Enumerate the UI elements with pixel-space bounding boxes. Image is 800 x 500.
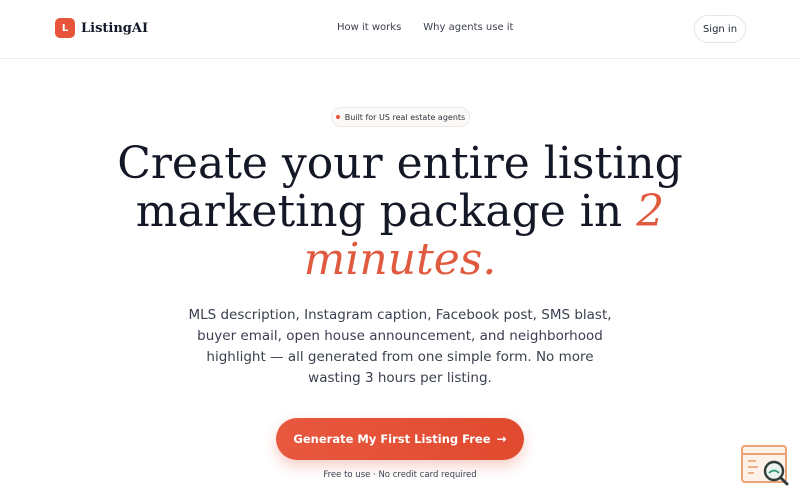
arrow-right-icon: → (496, 432, 507, 446)
hero-headline: Create your entire listing marketing pac… (100, 140, 700, 284)
sign-in-button[interactable]: Sign in (694, 15, 746, 43)
top-navigation-bar: L ListingAI How it works Why agents use … (0, 0, 800, 59)
badge-text: Built for US real estate agents (344, 112, 466, 122)
brand-logo[interactable]: L ListingAI (55, 18, 148, 38)
nav-link-how-it-works[interactable]: How it works (337, 22, 401, 33)
hero-description: MLS description, Instagram caption, Face… (188, 307, 612, 386)
search-document-icon[interactable] (740, 444, 792, 488)
nav-links: How it works Why agents use it (337, 22, 513, 33)
headline-main-text: Create your entire listing marketing pac… (117, 138, 683, 237)
audience-badge: Built for US real estate agents (331, 107, 470, 127)
cta-label: Generate My First Listing Free (293, 432, 491, 446)
nav-link-why-agents[interactable]: Why agents use it (423, 22, 513, 33)
generate-listing-button[interactable]: Generate My First Listing Free → (276, 418, 524, 460)
badge-dot-icon (335, 115, 340, 119)
cta-footnote: Free to use · No credit card required (323, 470, 477, 480)
brand-name: ListingAI (81, 20, 149, 36)
logo-mark-icon: L (55, 18, 75, 38)
